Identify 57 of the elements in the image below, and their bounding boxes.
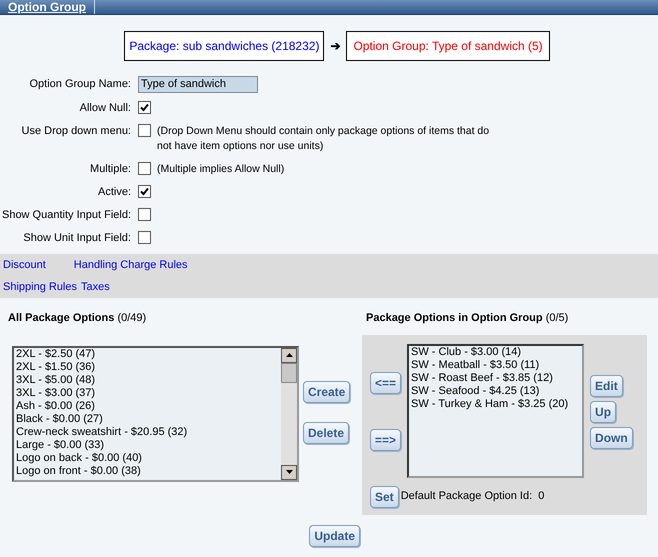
action-button[interactable]: Delete xyxy=(303,422,350,444)
field-label: Show Quantity Input Field: xyxy=(0,208,132,223)
list-item[interactable]: SW - Club - $3.00 (14) xyxy=(411,346,580,358)
list-item[interactable]: Large - $0.00 (33) xyxy=(16,438,279,452)
scroll-down-icon[interactable] xyxy=(281,464,297,480)
breadcrumb-package[interactable]: Package: sub sandwiches (218232) xyxy=(124,31,324,61)
action-button[interactable]: ==> xyxy=(370,428,402,450)
breadcrumb-option-group[interactable]: Option Group: Type of sandwich (5) xyxy=(346,31,550,61)
scroll-up-icon[interactable] xyxy=(281,348,297,362)
field-label: Option Group Name: xyxy=(28,77,132,92)
list-item[interactable]: Ash - $0.00 (26) xyxy=(16,400,279,412)
section-title: Package Options in Option Group (0/5) xyxy=(365,311,570,326)
all-options-list[interactable] xyxy=(12,346,299,482)
link[interactable]: Discount xyxy=(3,257,46,274)
checkbox[interactable] xyxy=(138,231,151,244)
list-item[interactable]: SW - Turkey & Ham - $3.25 (20) xyxy=(411,398,580,410)
group-options-list[interactable]: SW - Club - $3.00 (14) SW - Meatball - $3.50 (11) SW - Roast Beef - $3.85 (12) SW - Seafood - $4.25 (13) SW - Turkey & Ham - $3.25 (20) xyxy=(407,344,584,478)
field-label: Allow Null: xyxy=(78,101,132,116)
checkbox[interactable] xyxy=(138,208,151,221)
list-item[interactable]: Logo on back - $0.00 (40) xyxy=(16,452,279,464)
link[interactable]: Handling Charge Rules xyxy=(74,257,188,274)
link[interactable]: Taxes xyxy=(81,278,110,295)
field-label: Multiple: xyxy=(89,162,132,177)
action-button[interactable]: Set xyxy=(370,486,399,508)
field-note: (Multiple implies Allow Null) xyxy=(157,162,286,177)
list-item[interactable]: 3XL - $3.00 (37) xyxy=(16,386,279,400)
list-item[interactable]: Black - $0.00 (27) xyxy=(16,412,279,426)
action-button[interactable]: <== xyxy=(370,372,402,394)
action-button[interactable]: Create xyxy=(303,380,350,402)
checkbox[interactable] xyxy=(138,124,151,137)
arrow-text: ➔ xyxy=(330,38,340,55)
list-item[interactable]: SW - Roast Beef - $3.85 (12) xyxy=(411,372,580,384)
text-field[interactable]: Type of sandwich xyxy=(138,76,258,93)
action-button[interactable]: Edit xyxy=(590,374,623,396)
scrollbar[interactable] xyxy=(281,348,297,480)
action-button[interactable]: Up xyxy=(590,400,616,422)
field-label: Active: xyxy=(96,185,132,200)
list-item[interactable]: Crew-neck sweatshirt - $20.95 (32) xyxy=(16,426,279,438)
checkbox[interactable] xyxy=(138,162,151,175)
default-option-label: Default Package Option Id: 0 xyxy=(400,489,544,504)
scroll-thumb[interactable] xyxy=(281,362,297,382)
header-tab[interactable]: Option Group xyxy=(0,0,95,14)
list-item[interactable]: Logo on front - $0.00 (38) xyxy=(16,464,279,478)
action-button[interactable]: Down xyxy=(590,426,633,448)
list-item[interactable]: SW - Seafood - $4.25 (13) xyxy=(411,384,580,398)
checkbox[interactable] xyxy=(138,185,151,198)
field-label: Show Unit Input Field: xyxy=(22,231,132,246)
list-item[interactable]: 2XL - $1.50 (36) xyxy=(16,360,279,374)
action-button[interactable]: Update xyxy=(309,524,360,546)
list-item[interactable]: 3XL - $5.00 (48) xyxy=(16,374,279,386)
checkbox[interactable] xyxy=(138,101,151,114)
field-label: Use Drop down menu: xyxy=(20,124,132,139)
field-note: (Drop Down Menu should contain only package options of items that do not have item options nor use units) xyxy=(157,124,490,154)
section-title: All Package Options (0/49) xyxy=(8,311,148,326)
list-item[interactable]: SW - Meatball - $3.50 (11) xyxy=(411,358,580,372)
link[interactable]: Shipping Rules xyxy=(3,278,77,295)
list-item[interactable]: 2XL - $2.50 (47) xyxy=(16,348,279,360)
